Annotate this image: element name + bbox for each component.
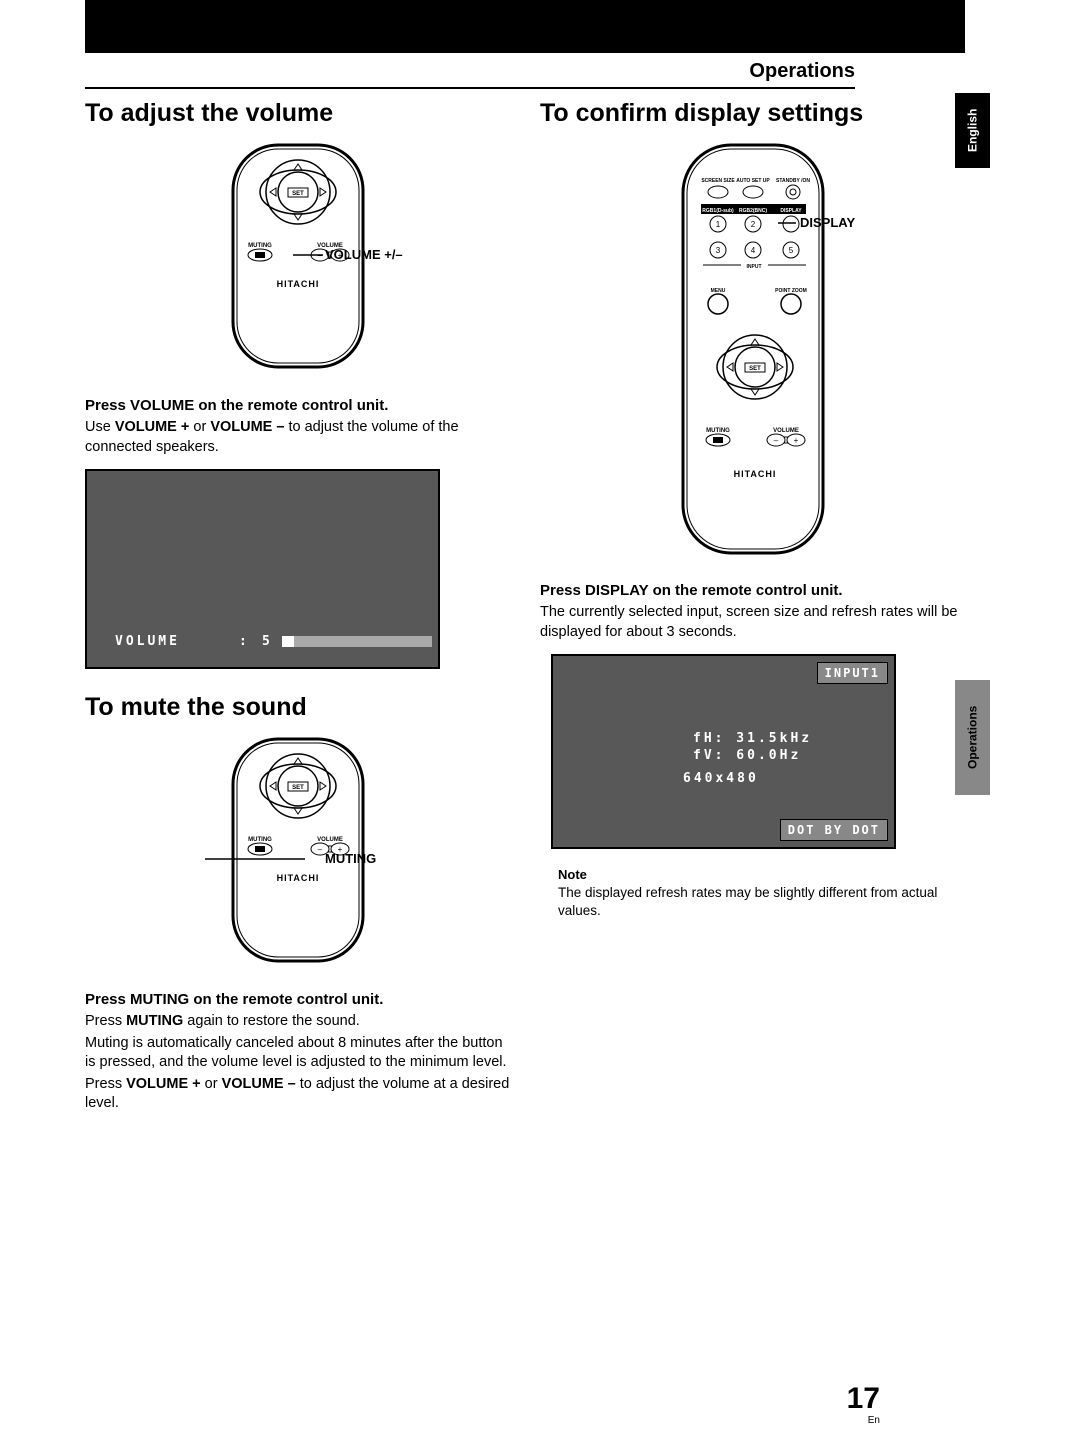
svg-text:1: 1 <box>715 220 720 229</box>
instruction-heading-muting: Press MUTING on the remote control unit. <box>85 991 510 1008</box>
instruction-text-muting-2: Muting is automatically canceled about 8… <box>85 1034 510 1073</box>
instruction-text-display: The currently selected input, screen siz… <box>540 603 965 642</box>
instruction-heading-volume: Press VOLUME on the remote control unit. <box>85 397 510 414</box>
svg-text:RGB1(D-sub): RGB1(D-sub) <box>702 208 734 214</box>
right-column: To confirm display settings SCREEN SIZE … <box>540 99 965 1126</box>
osd-resolution: 640x480 <box>683 771 759 786</box>
osd-display-box: INPUT1 fH: 31.5kHz fV: 60.0Hz 640x480 DO… <box>551 654 896 849</box>
instruction-text-muting-1: Press MUTING again to restore the sound. <box>85 1012 510 1032</box>
svg-text:5: 5 <box>788 246 793 255</box>
osd-fv: fV: 60.0Hz <box>693 748 801 763</box>
svg-text:DISPLAY: DISPLAY <box>780 208 802 214</box>
heading-adjust-volume: To adjust the volume <box>85 99 510 128</box>
osd-fh: fH: 31.5kHz <box>693 731 812 746</box>
osd-volume-label: VOLUME <box>115 634 180 649</box>
muting-label: MUTING <box>248 243 272 249</box>
svg-text:MUTING: MUTING <box>248 837 272 843</box>
callout-volume: VOLUME +/– <box>325 247 403 262</box>
remote-illustration-volume: SET MUTING VOLUME – + HITACHI <box>85 142 510 377</box>
callout-display: DISPLAY <box>800 215 855 230</box>
svg-text:SET: SET <box>292 785 304 791</box>
remote-brand: HITACHI <box>276 279 319 289</box>
svg-text:2: 2 <box>750 220 755 229</box>
svg-text:INPUT: INPUT <box>746 264 761 270</box>
remote-illustration-muting: SET MUTING VOLUME – + HITACHI <box>85 736 510 971</box>
left-column: To adjust the volume SET MUTING <box>85 99 510 1126</box>
osd-volume-sep: : <box>239 634 250 649</box>
svg-text:HITACHI: HITACHI <box>276 873 319 883</box>
svg-text:STANDBY /ON: STANDBY /ON <box>776 178 810 184</box>
remote-illustration-display: SCREEN SIZE AUTO SET UP STANDBY /ON RGB1… <box>540 142 965 562</box>
svg-text:–: – <box>317 845 322 854</box>
remote-svg-display: SCREEN SIZE AUTO SET UP STANDBY /ON RGB1… <box>678 142 828 557</box>
section-header: Operations <box>85 60 855 89</box>
osd-volume-value: 5 <box>262 634 273 649</box>
osd-input-tag: INPUT1 <box>817 662 888 684</box>
osd-mode-tag: DOT BY DOT <box>780 819 888 841</box>
instruction-text-volume: Use VOLUME + or VOLUME – to adjust the v… <box>85 418 510 457</box>
heading-mute-sound: To mute the sound <box>85 693 510 722</box>
svg-text:POINT ZOOM: POINT ZOOM <box>775 288 807 294</box>
svg-text:HITACHI: HITACHI <box>733 469 776 479</box>
instruction-text-muting-3: Press VOLUME + or VOLUME – to adjust the… <box>85 1075 510 1114</box>
svg-text:VOLUME: VOLUME <box>773 428 799 434</box>
svg-text:MUTING: MUTING <box>706 428 730 434</box>
callout-muting: MUTING <box>325 851 376 866</box>
svg-text:MENU: MENU <box>710 288 725 294</box>
scan-black-bar <box>85 0 965 53</box>
svg-text:+: + <box>793 436 798 445</box>
svg-text:–: – <box>773 436 778 445</box>
svg-text:SET: SET <box>749 366 761 372</box>
instruction-heading-display: Press DISPLAY on the remote control unit… <box>540 582 965 599</box>
svg-text:SCREEN SIZE: SCREEN SIZE <box>701 178 735 184</box>
heading-confirm-display: To confirm display settings <box>540 99 965 128</box>
page-lang: En <box>868 1415 880 1426</box>
svg-text:AUTO SET UP: AUTO SET UP <box>736 178 770 184</box>
svg-text:VOLUME: VOLUME <box>317 837 343 843</box>
note-text: The displayed refresh rates may be sligh… <box>558 884 965 919</box>
svg-text:4: 4 <box>750 246 755 255</box>
page-number: 17 <box>847 1382 880 1416</box>
note-heading: Note <box>558 867 965 882</box>
svg-text:RGB2(BNC): RGB2(BNC) <box>738 208 766 214</box>
set-button-label: SET <box>292 191 304 197</box>
svg-text:3: 3 <box>715 246 720 255</box>
osd-volume-box: VOLUME : 5 <box>85 469 440 669</box>
